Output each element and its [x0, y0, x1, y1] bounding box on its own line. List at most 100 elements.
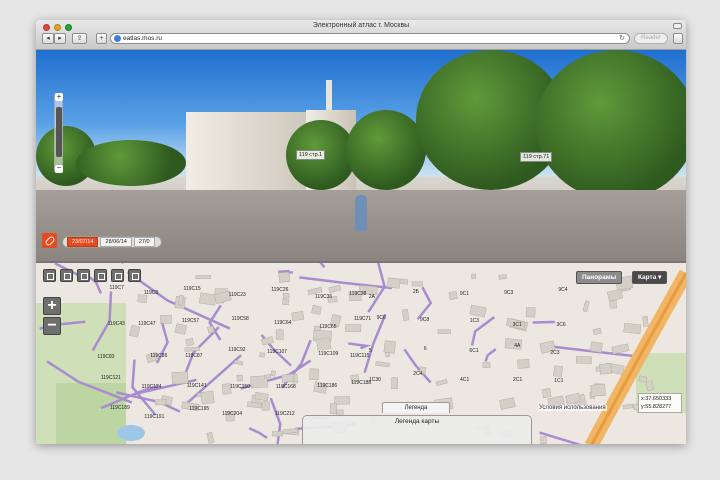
building-block: [482, 361, 491, 369]
road: [269, 397, 282, 444]
building-number-label: 119С191: [144, 414, 165, 421]
road: [299, 276, 393, 290]
coordinates-readout: x:37.650333 y:55.828277: [638, 393, 682, 413]
building-block: [185, 337, 195, 347]
panorama-zoom-knob[interactable]: [56, 107, 62, 157]
building-block: [437, 329, 452, 334]
building-number-label: 119С38: [349, 291, 367, 298]
park-area: [56, 383, 126, 444]
building-number-label: 4С1: [460, 377, 470, 384]
building-number-label: 119С58: [231, 316, 249, 323]
building-block: [606, 288, 624, 302]
plus-icon[interactable]: +: [96, 33, 107, 44]
building-block: [498, 274, 507, 280]
building-number-label: 119С64: [274, 319, 292, 326]
building-number-label: 5: [369, 347, 372, 354]
building-block: [609, 300, 617, 309]
building-number-label: 119С92: [228, 347, 246, 354]
building-number-label: 2Б: [412, 288, 419, 295]
terms-of-use-link[interactable]: Условия использования: [538, 405, 607, 411]
building-number-label: 119С26: [271, 286, 289, 293]
building-block: [540, 436, 547, 444]
building-block: [207, 325, 215, 334]
date-option[interactable]: 28/06/14: [100, 237, 132, 247]
building-block: [517, 359, 530, 369]
building-block: [499, 397, 516, 410]
road: [348, 342, 372, 350]
map-zoom-in-button[interactable]: +: [43, 297, 61, 315]
building-number-label: 6С1: [469, 347, 479, 354]
building-block: [270, 370, 277, 377]
road: [416, 286, 433, 320]
legend-title: Легенда карты: [394, 418, 440, 425]
street-panorama[interactable]: 119 стр.1 119 стр.71 + − 23/07/14 28/06/…: [36, 50, 686, 261]
building-number-label: 119С150: [230, 384, 250, 391]
building-number-label: 1С3: [469, 317, 479, 324]
browser-toolbar: Электронный атлас г. Москвы ◂ ▸ ⇪ + eatl…: [36, 20, 686, 50]
building-block: [471, 273, 477, 280]
building-block: [174, 323, 188, 335]
road: [403, 348, 432, 384]
building-number-label: 9С1: [459, 291, 470, 298]
building-number-label: 2С4: [413, 371, 423, 378]
building-block: [328, 284, 342, 294]
panorama-zoom-out-button[interactable]: −: [55, 164, 63, 173]
building-number-label: 119С107: [267, 349, 288, 356]
toolbar-toggle-button[interactable]: [673, 23, 682, 29]
address-bar[interactable]: eatlas.mos.ru ↻: [110, 33, 630, 44]
ruler-icon[interactable]: [77, 269, 90, 282]
date-option[interactable]: 23/07/14: [67, 237, 99, 247]
building-block: [206, 432, 215, 444]
person-icon[interactable]: [111, 269, 124, 282]
minus-icon[interactable]: [60, 269, 73, 282]
road: [248, 427, 268, 439]
building-block: [311, 305, 322, 315]
back-button[interactable]: ◂: [42, 33, 54, 44]
building-block: [282, 298, 290, 306]
building-number-label: 2А: [368, 294, 375, 301]
building-block: [623, 322, 642, 335]
building-block: [329, 403, 338, 415]
pond: [117, 425, 145, 441]
panoramas-layer-button[interactable]: Панорамы: [576, 271, 623, 284]
reload-icon[interactable]: ↻: [619, 34, 625, 43]
bookmarks-button[interactable]: [673, 33, 683, 44]
building-number-label: 1С1: [554, 378, 564, 385]
reader-button[interactable]: Reader: [634, 33, 668, 44]
road: [532, 320, 555, 324]
building-number-label: 2С1: [513, 376, 523, 383]
skater-figure: [355, 195, 367, 231]
building-block: [391, 377, 398, 389]
area-icon[interactable]: [94, 269, 107, 282]
map-layer-button[interactable]: Карта ▾: [632, 271, 668, 284]
tree: [346, 110, 426, 190]
building-number-label: 9С3: [504, 289, 514, 296]
building-number-label: 119С83: [97, 354, 115, 361]
date-option[interactable]: 27/0: [133, 237, 155, 247]
home-icon[interactable]: [43, 269, 56, 282]
building-marker[interactable]: 119 стр.71: [520, 152, 553, 162]
share-icon[interactable]: ⇪: [72, 33, 87, 44]
building-number-label: 119С87: [185, 352, 203, 359]
building-number-label: 9С6: [376, 315, 386, 322]
legend-tab[interactable]: Легенда: [382, 402, 450, 413]
forward-button[interactable]: ▸: [54, 33, 66, 44]
building-number-label: 119С71: [354, 315, 372, 322]
building-number-label: 119С7: [109, 285, 124, 292]
building-block: [261, 401, 270, 411]
building-number-label: 119С86: [150, 353, 168, 360]
building-number-label: 119С65: [319, 323, 337, 330]
link-icon[interactable]: [42, 233, 57, 248]
building-number-label: 119С115: [349, 352, 370, 359]
tree: [536, 50, 686, 200]
panorama-zoom-in-button[interactable]: +: [55, 93, 63, 101]
building-block: [525, 307, 536, 318]
building-number-label: 4А: [514, 343, 521, 350]
window-title: Электронный атлас г. Москвы: [312, 22, 410, 29]
building-number-label: 119С57: [181, 317, 200, 324]
city-map[interactable]: 119С7 119С8 119С15 119С23 119С26 119С36 119С38…: [36, 261, 686, 444]
building-marker[interactable]: 119 стр.1: [296, 150, 326, 160]
date-selector: 23/07/14 28/06/14 27/0: [62, 236, 162, 248]
map-zoom-out-button[interactable]: −: [43, 317, 61, 335]
grid-icon[interactable]: [128, 269, 141, 282]
